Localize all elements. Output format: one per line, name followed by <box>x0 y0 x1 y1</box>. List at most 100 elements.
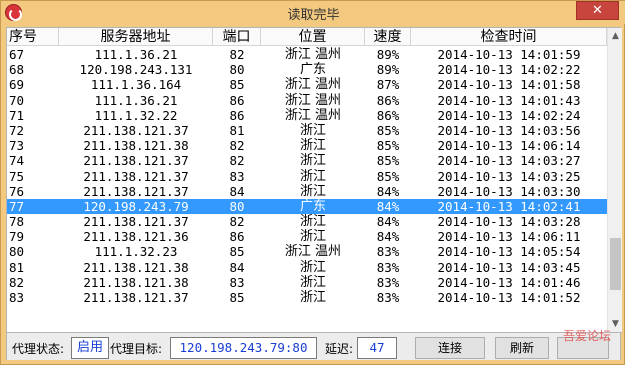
cell-address: 111.1.32.22 <box>94 107 178 123</box>
table-row[interactable]: 69 111.1.36.164 85 浙江 温州 87% 2014-10-13 14:01… <box>7 77 607 92</box>
scrollbar-thumb[interactable] <box>610 238 621 290</box>
column-header-check-time[interactable]: 检查时间 <box>411 28 607 46</box>
cell-port: 83 <box>229 274 245 290</box>
cell-check-time: 2014-10-13 14:03:56 <box>437 122 581 138</box>
column-header-index[interactable]: 序号 <box>7 28 59 46</box>
cell-speed: 85% <box>376 153 400 169</box>
cell-address: 111.1.36.21 <box>94 92 178 108</box>
cell-port: 82 <box>229 47 245 62</box>
cell-location: 浙江 <box>299 122 326 138</box>
cell-check-time: 2014-10-13 14:06:11 <box>437 229 581 245</box>
cell-speed: 83% <box>376 244 400 260</box>
column-header-location[interactable]: 位置 <box>261 28 365 46</box>
proxy-state-field: 启用 <box>71 337 109 359</box>
table-row[interactable]: 78 211.138.121.37 82 浙江 84% 2014-10-13 14:03:… <box>7 214 607 229</box>
cell-check-time: 2014-10-13 14:02:24 <box>437 107 581 123</box>
cell-index: 78 <box>9 214 25 230</box>
cell-index: 83 <box>9 290 25 305</box>
cell-index: 80 <box>9 244 25 260</box>
cell-location: 浙江 温州 <box>284 244 342 260</box>
cell-speed: 84% <box>376 183 400 199</box>
cell-port: 85 <box>229 244 245 260</box>
cell-check-time: 2014-10-13 14:01:43 <box>437 92 581 108</box>
table-row[interactable]: 73 211.138.121.38 82 浙江 85% 2014-10-13 14:06:… <box>7 138 607 153</box>
cell-location: 浙江 <box>299 214 326 230</box>
cell-index: 73 <box>9 138 25 154</box>
refresh-button[interactable]: 刷新 <box>495 337 549 359</box>
proxy-state-label: 代理状态: <box>12 342 65 356</box>
table-row[interactable]: 79 211.138.121.36 86 浙江 84% 2014-10-13 14:06:… <box>7 229 607 244</box>
cell-speed: 85% <box>376 138 400 154</box>
connect-button[interactable]: 连接 <box>415 337 485 359</box>
table-row[interactable]: 75 211.138.121.37 83 浙江 85% 2014-10-13 14:03:… <box>7 169 607 184</box>
cell-address: 211.138.121.38 <box>83 274 189 290</box>
main-window: 读取完毕 ✕ 序号 服务器地址 端口 位置 速度 检查时间 67 111.1.36… <box>0 0 625 365</box>
cell-address: 211.138.121.37 <box>83 153 189 169</box>
table-row[interactable]: 81 211.138.121.38 84 浙江 83% 2014-10-13 14:03:… <box>7 260 607 275</box>
cell-index: 74 <box>9 153 25 169</box>
cell-address: 211.138.121.36 <box>83 229 189 245</box>
cell-address: 211.138.121.37 <box>83 168 189 184</box>
close-button[interactable]: ✕ <box>576 1 619 20</box>
cell-index: 71 <box>9 107 25 123</box>
cell-location: 浙江 <box>299 290 326 305</box>
scroll-up-arrow-icon[interactable]: ▲ <box>608 28 622 45</box>
cell-speed: 83% <box>376 290 400 305</box>
cell-check-time: 2014-10-13 14:03:25 <box>437 168 581 184</box>
cell-port: 80 <box>229 62 245 78</box>
cell-check-time: 2014-10-13 14:03:28 <box>437 214 581 230</box>
table-row[interactable]: 83 211.138.121.37 85 浙江 83% 2014-10-13 14:01:… <box>7 290 607 305</box>
cell-speed: 83% <box>376 259 400 275</box>
cell-port: 84 <box>229 183 245 199</box>
watermark-logo: 吾爱论坛 <box>562 329 611 343</box>
window-title: 读取完毕 <box>287 8 340 23</box>
table-row[interactable]: 80 111.1.32.23 85 浙江 温州 83% 2014-10-13 14:05:… <box>7 244 607 259</box>
cell-check-time: 2014-10-13 14:01:58 <box>437 77 581 93</box>
cell-speed: 85% <box>376 122 400 138</box>
cell-index: 68 <box>9 62 25 78</box>
cell-check-time: 2014-10-13 14:06:14 <box>437 138 581 154</box>
cell-check-time: 2014-10-13 14:01:52 <box>437 290 581 305</box>
table-row[interactable]: 68 120.198.243.131 80 广东 89% 2014-10-13 14:02… <box>7 62 607 77</box>
cell-address: 120.198.243.79 <box>83 198 189 214</box>
cell-speed: 89% <box>376 47 400 62</box>
column-header-speed[interactable]: 速度 <box>365 28 411 46</box>
cell-location: 浙江 温州 <box>284 92 342 108</box>
cell-address: 211.138.121.37 <box>83 290 189 305</box>
cell-port: 86 <box>229 92 245 108</box>
proxy-list[interactable]: 序号 服务器地址 端口 位置 速度 检查时间 67 111.1.36.21 82 浙江… <box>7 28 622 333</box>
cell-port: 82 <box>229 214 245 230</box>
cell-address: 111.1.36.164 <box>90 77 182 93</box>
cell-port: 80 <box>229 198 245 214</box>
cell-location: 浙江 <box>299 153 326 169</box>
cell-speed: 83% <box>376 274 400 290</box>
cell-location: 浙江 <box>299 168 326 184</box>
table-row[interactable]: 82 211.138.121.38 83 浙江 83% 2014-10-13 14:01:… <box>7 275 607 290</box>
table-row[interactable]: 67 111.1.36.21 82 浙江 温州 89% 2014-10-13 14:01:… <box>7 47 607 62</box>
title-bar[interactable]: 读取完毕 ✕ <box>1 1 625 24</box>
cell-index: 79 <box>9 229 25 245</box>
table-row[interactable]: 72 211.138.121.37 81 浙江 85% 2014-10-13 14:03:… <box>7 123 607 138</box>
column-header-address[interactable]: 服务器地址 <box>59 28 213 46</box>
cell-location: 浙江 <box>299 138 326 154</box>
cell-address: 111.1.36.21 <box>94 47 178 62</box>
table-row[interactable]: 71 111.1.32.22 86 浙江 温州 86% 2014-10-13 14:02:… <box>7 108 607 123</box>
cell-port: 86 <box>229 229 245 245</box>
latency-field: 47 <box>357 337 397 359</box>
table-row[interactable]: 74 211.138.121.37 82 浙江 85% 2014-10-13 14:03:… <box>7 153 607 168</box>
cell-port: 82 <box>229 138 245 154</box>
cell-speed: 89% <box>376 62 400 78</box>
cell-port: 84 <box>229 259 245 275</box>
table-row[interactable]: 76 211.138.121.37 84 浙江 84% 2014-10-13 14:03:… <box>7 184 607 199</box>
cell-index: 70 <box>9 92 25 108</box>
cell-port: 86 <box>229 107 245 123</box>
cell-port: 85 <box>229 290 245 305</box>
cell-address: 120.198.243.131 <box>79 62 193 78</box>
cell-speed: 84% <box>376 214 400 230</box>
cell-check-time: 2014-10-13 14:02:22 <box>437 62 581 78</box>
column-header-port[interactable]: 端口 <box>213 28 261 46</box>
table-row[interactable]: 77 120.198.243.79 80 广东 84% 2014-10-13 14:02:… <box>7 198 607 215</box>
table-row[interactable]: 70 111.1.36.21 86 浙江 温州 86% 2014-10-13 14:01:… <box>7 93 607 108</box>
cell-index: 69 <box>9 77 25 93</box>
vertical-scrollbar[interactable]: ▲ ▼ <box>607 28 622 332</box>
